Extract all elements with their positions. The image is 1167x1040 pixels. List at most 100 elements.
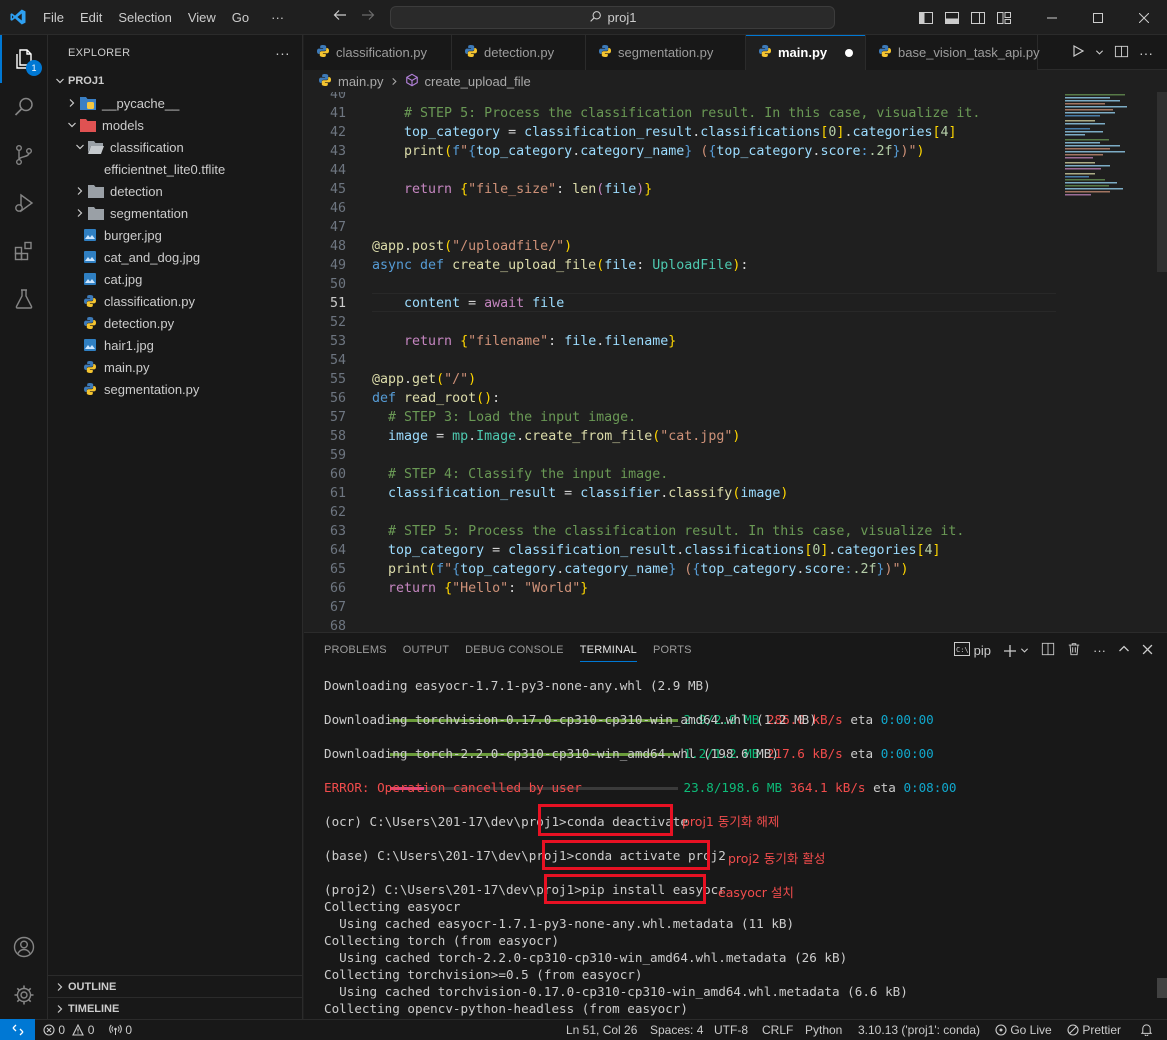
split-terminal-icon[interactable] <box>1041 642 1055 659</box>
outline-section[interactable]: OUTLINE <box>48 975 303 998</box>
run-python-icon[interactable] <box>1071 44 1085 61</box>
command-center-text: proj1 <box>607 10 637 25</box>
toggle-primary-sidebar-icon[interactable] <box>913 0 939 35</box>
search-view-icon[interactable] <box>0 83 48 131</box>
chevron-right-icon <box>52 982 68 992</box>
more-actions-icon[interactable]: ··· <box>1093 643 1106 658</box>
manage-gear-icon[interactable] <box>0 971 48 1019</box>
terminal-scrollbar[interactable] <box>1157 978 1167 998</box>
cursor-position[interactable]: Ln 51, Col 26 <box>566 1020 637 1040</box>
trash-icon[interactable] <box>1067 642 1081 659</box>
encoding[interactable]: UTF-8 <box>714 1020 748 1040</box>
tab-classification-py[interactable]: classification.py <box>304 35 452 70</box>
menu-edit[interactable]: Edit <box>72 0 110 35</box>
testing-flask-icon[interactable] <box>0 275 48 323</box>
maximize-panel-icon[interactable] <box>1118 643 1130 658</box>
accounts-icon[interactable] <box>0 923 48 971</box>
explorer-more-button[interactable]: ··· <box>275 45 290 61</box>
tab-problems[interactable]: PROBLEMS <box>316 633 395 668</box>
prettier-button[interactable]: Prettier <box>1067 1020 1121 1040</box>
terminal-progress-line: 2.9/2.9 MB 286.0 kB/s eta 0:00:00 <box>324 694 934 727</box>
tree-file-cat[interactable]: cat.jpg <box>48 268 302 290</box>
error-icon <box>43 1022 55 1040</box>
menu-selection[interactable]: Selection <box>110 0 179 35</box>
problems-indicator[interactable]: 0 0 <box>43 1020 94 1040</box>
notifications-bell-icon[interactable] <box>1140 1020 1153 1040</box>
terminal-shell-selector[interactable]: C:\ pip <box>953 642 991 659</box>
tree-folder-pycache[interactable]: __pycache__ <box>48 92 302 114</box>
remote-indicator-icon[interactable] <box>0 1019 35 1040</box>
tab-terminal[interactable]: TERMINAL <box>572 633 645 668</box>
minimize-icon[interactable] <box>1029 0 1075 35</box>
customize-layout-icon[interactable] <box>991 0 1017 35</box>
tree-file-burger[interactable]: burger.jpg <box>48 224 302 246</box>
python-interpreter[interactable]: 3.10.13 ('proj1': conda) <box>858 1020 980 1040</box>
tab-output[interactable]: OUTPUT <box>395 633 457 668</box>
menu-view[interactable]: View <box>180 0 224 35</box>
terminal-line: Collecting torch (from easyocr) <box>324 933 560 948</box>
breadcrumb-symbol[interactable]: create_upload_file <box>425 74 531 89</box>
indentation[interactable]: Spaces: 4 <box>650 1020 703 1040</box>
explorer-icon[interactable]: 1 <box>0 35 48 83</box>
toggle-secondary-sidebar-icon[interactable] <box>965 0 991 35</box>
tree-file-detection-py[interactable]: detection.py <box>48 312 302 334</box>
terminal-line: Downloading torchvision-0.17.0-cp310-cp3… <box>324 712 817 727</box>
tree-folder-classification[interactable]: classification <box>48 136 302 158</box>
language-mode[interactable]: Python <box>805 1020 842 1040</box>
source-control-icon[interactable] <box>0 131 48 179</box>
tree-folder-detection[interactable]: detection <box>48 180 302 202</box>
editor-scrollbar[interactable] <box>1155 92 1167 632</box>
tree-folder-segmentation[interactable]: segmentation <box>48 202 302 224</box>
go-live-button[interactable]: Go Live <box>995 1020 1052 1040</box>
new-terminal-icon[interactable] <box>1003 644 1029 658</box>
tab-main-py[interactable]: main.py <box>746 35 866 70</box>
minimap[interactable] <box>1060 92 1155 632</box>
line-ending[interactable]: CRLF <box>762 1020 793 1040</box>
tab-ports[interactable]: PORTS <box>645 633 700 668</box>
terminal-line: Using cached easyocr-1.7.1-py3-none-any.… <box>324 916 795 931</box>
menu-more[interactable]: ··· <box>263 0 292 35</box>
breadcrumb-file[interactable]: main.py <box>338 74 384 89</box>
tree-folder-models[interactable]: models <box>48 114 302 136</box>
back-arrow-icon[interactable] <box>332 7 348 28</box>
tab-debug-console[interactable]: DEBUG CONSOLE <box>457 633 572 668</box>
code-line: 42 top_category = classification_result.… <box>329 125 957 140</box>
timeline-section[interactable]: TIMELINE <box>48 997 303 1020</box>
tree-file-hair1[interactable]: hair1.jpg <box>48 334 302 356</box>
more-actions-icon[interactable]: ··· <box>1139 45 1153 61</box>
command-center-search[interactable]: proj1 <box>390 6 835 29</box>
menu-go[interactable]: Go <box>224 0 257 35</box>
code-editor[interactable]: 40 41 # STEP 5: Process the classificati… <box>304 92 1167 632</box>
code-line: 45 return {"file_size": len(file)} <box>329 182 653 197</box>
close-panel-icon[interactable] <box>1142 643 1153 658</box>
run-debug-icon[interactable] <box>0 179 48 227</box>
project-root[interactable]: PROJ1 <box>48 70 302 92</box>
toggle-panel-icon[interactable] <box>939 0 965 35</box>
tree-file-tflite[interactable]: efficientnet_lite0.tflite <box>48 158 302 180</box>
extensions-icon[interactable] <box>0 227 48 275</box>
terminal-icon: C:\ <box>953 642 970 659</box>
code-line: 68 <box>329 619 346 632</box>
chevron-down-icon <box>72 142 88 152</box>
tree-file-cat-and-dog[interactable]: cat_and_dog.jpg <box>48 246 302 268</box>
chevron-down-icon <box>64 120 80 130</box>
tree-file-segmentation-py[interactable]: segmentation.py <box>48 378 302 400</box>
forward-arrow-icon[interactable] <box>360 7 376 28</box>
close-icon[interactable] <box>1121 0 1167 35</box>
svg-text:C:\: C:\ <box>956 646 969 654</box>
python-file-icon <box>598 44 612 61</box>
tab-segmentation-py[interactable]: segmentation.py <box>586 35 746 70</box>
menu-file[interactable]: File <box>35 0 72 35</box>
tab-detection-py[interactable]: detection.py <box>452 35 586 70</box>
code-line: 55 @app.get("/") <box>329 372 477 387</box>
unsaved-dot-icon[interactable] <box>845 48 853 57</box>
ports-indicator[interactable]: 0 <box>109 1020 132 1040</box>
chevron-down-icon[interactable] <box>1095 45 1104 60</box>
tab-base-vision-task-api-py[interactable]: base_vision_task_api.py <box>866 35 1040 70</box>
maximize-icon[interactable] <box>1075 0 1121 35</box>
tree-file-classification-py[interactable]: classification.py <box>48 290 302 312</box>
tree-file-main-py[interactable]: main.py <box>48 356 302 378</box>
image-file-icon <box>82 337 98 353</box>
python-file-icon <box>316 44 330 61</box>
split-editor-icon[interactable] <box>1114 44 1129 62</box>
